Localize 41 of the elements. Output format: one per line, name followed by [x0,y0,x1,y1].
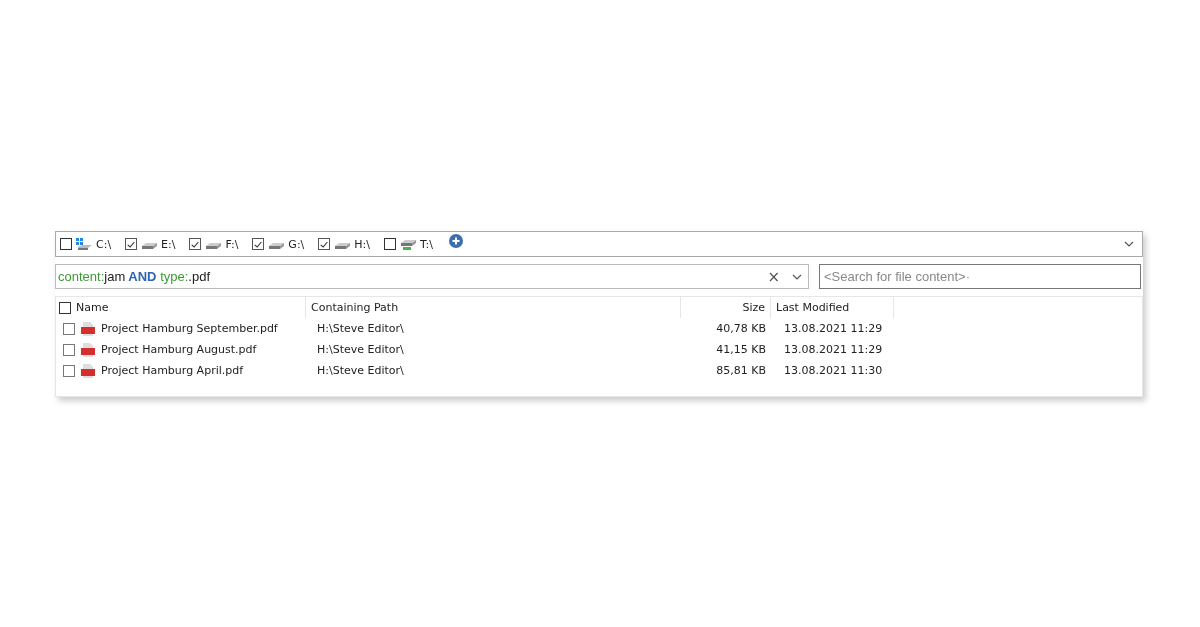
search-query-field[interactable]: content:jam AND type:.pdf × [55,264,809,289]
pdf-file-icon [81,363,95,378]
drive-label: H:\ [354,237,370,251]
file-name: Project Hamburg August.pdf [101,343,257,356]
clear-button[interactable]: × [761,267,786,286]
drive-label: T:\ [420,237,433,251]
modified-date: 13.08.2021 11:29 [784,343,883,356]
file-path: H:\Steve Editor\ [317,322,404,335]
content-search-field[interactable]: <Search for file content>· [819,264,1141,289]
modified-date: 13.08.2021 11:29 [784,322,883,335]
chevron-down-icon[interactable] [1124,241,1134,247]
column-header[interactable]: Name [76,301,109,314]
file-size: 41,15 KB [716,343,766,356]
row-checkbox[interactable] [63,322,75,335]
add-icon[interactable] [448,234,463,248]
row-checkbox[interactable] [63,364,75,377]
drive-label: E:\ [161,237,176,251]
drive-label: C:\ [96,237,112,251]
select-all-checkbox[interactable] [59,301,71,314]
row-checkbox[interactable] [63,343,75,356]
pdf-file-icon [81,342,95,357]
file-path: H:\Steve Editor\ [317,343,404,356]
file-path: H:\Steve Editor\ [317,364,404,377]
file-name: Project Hamburg September.pdf [101,322,278,335]
pdf-file-icon [81,321,95,336]
column-header[interactable]: Containing Path [311,301,399,314]
checkbox[interactable] [189,238,202,250]
column-header[interactable]: Last Modified [776,301,850,314]
drive-label: F:\ [225,237,239,251]
modified-date: 13.08.2021 11:30 [784,364,883,377]
file-size: 40,78 KB [716,322,766,335]
column-header[interactable]: Size [742,301,765,314]
chevron-down-icon[interactable] [792,273,802,280]
drive-label: G:\ [288,237,305,251]
checkbox[interactable] [252,238,265,250]
file-name: Project Hamburg April.pdf [101,364,244,377]
checkbox[interactable] [384,238,396,250]
file-size: 85,81 KB [716,364,766,377]
checkbox[interactable] [318,238,331,250]
checkbox[interactable] [125,238,138,250]
checkbox[interactable] [60,238,72,250]
